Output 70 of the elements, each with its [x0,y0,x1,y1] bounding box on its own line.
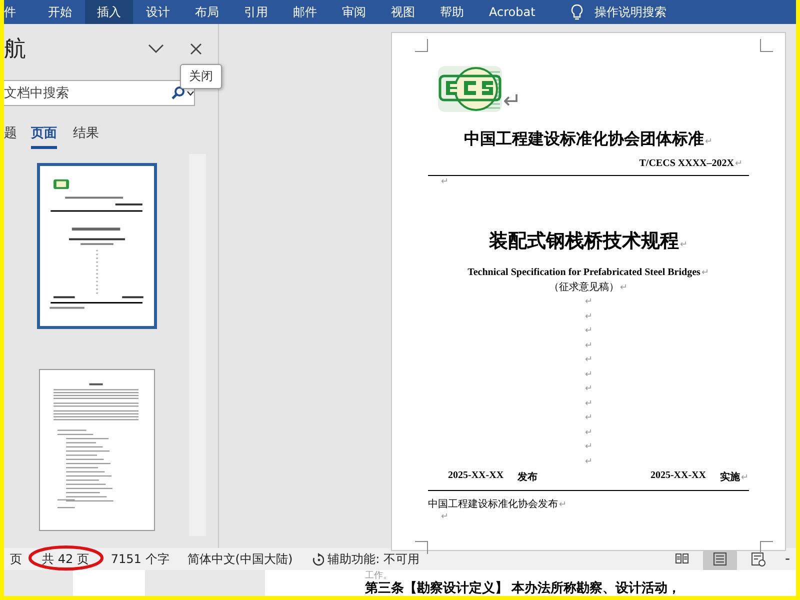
text-line: T/CECS XXXX–202X↵ [639,158,743,169]
ribbon-tab[interactable]: 视图 [379,0,427,24]
paragraph-mark: ↵ [741,472,749,482]
close-icon[interactable] [190,43,202,55]
page-thumbnail [73,570,145,596]
ribbon-tab[interactable]: Acrobat [477,0,548,24]
ribbon-tab[interactable]: 引用 [232,0,280,24]
status-text: 简体中文(中国大陆) [187,550,293,568]
page-thumbnail[interactable] [38,369,154,531]
search-box[interactable]: 操作说明搜索 [594,0,666,24]
paragraph-mark: ↵ [585,296,593,306]
paragraph-mark: ↵ [503,90,521,112]
text-line: （征求意见稿）↵ [549,280,628,294]
paragraph-mark: ↵ [585,340,593,350]
paragraph-mark: ↵ [585,354,593,364]
search-field[interactable]: 文档中搜索 [4,80,195,106]
ribbon-tab[interactable]: 件 [4,0,22,24]
ribbon-tab[interactable]: 插入 [85,0,133,24]
chevron-down-icon[interactable] [148,44,164,54]
ribbon-tab[interactable]: 审阅 [330,0,378,24]
ribbon-tab[interactable]: 帮助 [428,0,476,24]
ribbon-tab[interactable]: 邮件 [281,0,329,24]
heading: 中国工程建设标准化协会团体标准↵ [464,130,713,150]
tooltip: 关闭 [180,64,222,89]
nav-tab[interactable]: 题 [4,124,17,146]
status-text: 辅助功能: 不可用 [328,550,420,568]
label: 实施↵ [720,470,749,484]
paragraph-mark: ↵ [441,511,449,523]
paragraph-mark: ↵ [705,136,713,146]
date-text: 2025-XX-XX [650,470,706,483]
nav-tab[interactable]: 结果 [73,124,99,146]
paragraph-mark: ↵ [701,267,710,277]
paragraph-mark: ↵ [680,239,688,249]
page-icon [712,551,728,567]
text-line: 中国工程建设标准化协会发布↵ [428,498,567,511]
text-line: Technical Specification for Prefabricated Steel Bridges↵ [468,267,710,278]
paragraph-mark: ↵ [585,325,593,336]
paragraph-mark: ↵ [620,282,628,292]
paragraph-mark: ↵ [585,368,593,379]
pane-title: 航 [4,36,27,64]
document-title: 装配式钢栈桥技术规程↵ [489,230,688,254]
paragraph-mark: ↵ [441,176,449,188]
status-text: 共 42 页 [42,550,89,568]
body-text: 工作。 [365,570,393,580]
status-text: 页 [9,550,22,568]
paragraph-mark: ↵ [585,412,593,422]
ecs-logo [438,66,502,112]
paragraph-mark: ↵ [585,310,593,321]
accessibility-icon[interactable] [310,552,324,566]
nav-tab[interactable]: 页面 [31,124,57,149]
ribbon-tab[interactable]: 设计 [134,0,182,24]
paragraph-mark: ↵ [585,426,593,437]
paragraph-mark: ↵ [559,499,567,509]
ribbon-tab[interactable]: 布局 [183,0,231,24]
search-field[interactable]: 文档中搜索 [4,86,169,100]
page-thumbnail[interactable] [36,163,156,329]
paragraph-mark: ↵ [585,398,593,408]
ribbon-tab[interactable]: 开始 [36,0,84,24]
zoom-out-button[interactable]: - [784,551,790,567]
label: 发布 [518,470,538,484]
lightbulb-icon[interactable] [570,4,584,20]
search-icon[interactable] [171,86,185,100]
paragraph-mark: ↵ [585,441,593,452]
paragraph-mark: ↵ [585,456,593,466]
status-text: 7151 个字 [110,550,170,568]
body-text: 第三条【勘察设计定义】 本办法所称勘察、设计活动， [365,580,682,595]
paragraph-mark: ↵ [735,158,743,168]
paragraph-mark: ↵ [585,383,593,394]
caret-icon[interactable] [187,90,194,96]
date-text: 2025-XX-XX [448,470,504,483]
